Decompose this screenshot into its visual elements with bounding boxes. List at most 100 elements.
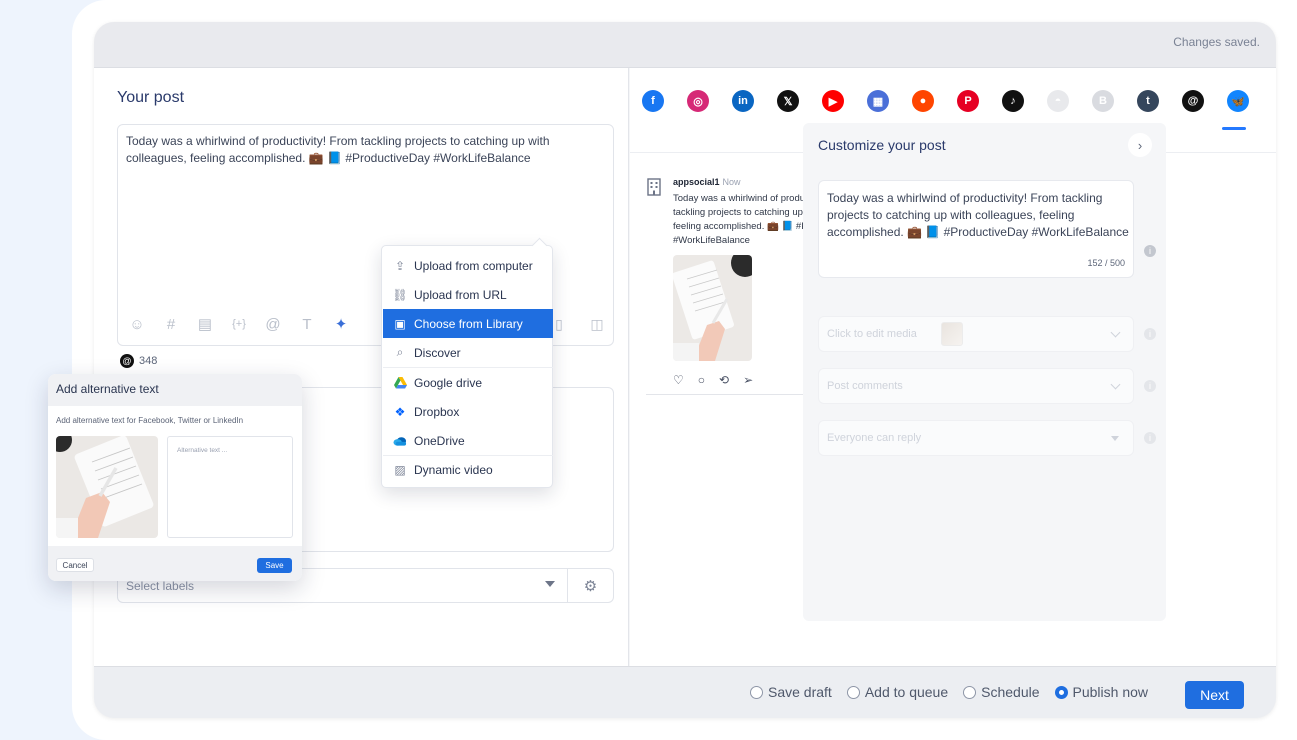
account-name: appsocial1	[673, 177, 720, 187]
post-comments-field[interactable]: Post comments	[818, 368, 1134, 404]
menu-item-label: Dynamic video	[414, 462, 493, 477]
edit-media-field[interactable]: Click to edit media	[818, 316, 1134, 352]
network-tabs: f ◎ in 𝕏 ▶ ▦ ● P ♪ ◓ Bt @ 🦋	[642, 90, 1249, 112]
threads-icon: @	[120, 354, 134, 368]
alt-text-modal: Add alternative text Add alternative tex…	[48, 374, 302, 581]
modal-footer: Cancel Save	[48, 546, 302, 581]
menu-item-label: Dropbox	[414, 404, 460, 419]
menu-item-dynamic-video[interactable]: ▨ Dynamic video	[383, 455, 553, 484]
edit-media-label: Click to edit media	[827, 328, 917, 340]
snapchat-icon[interactable]: ◓	[1047, 90, 1069, 112]
repost-icon: ⟲	[719, 373, 730, 387]
heart-icon: ♡	[673, 373, 684, 387]
linkedin-icon[interactable]: in	[732, 90, 754, 112]
alt-text-input[interactable]: Alternative text ...	[167, 436, 293, 538]
emoji-icon[interactable]: ☺	[124, 313, 150, 335]
info-icon[interactable]: i	[1144, 432, 1156, 444]
menu-item-onedrive[interactable]: OneDrive	[383, 426, 553, 455]
modal-title: Add alternative text	[56, 382, 159, 396]
next-button[interactable]: Next	[1185, 681, 1244, 709]
chevron-right-icon[interactable]: ›	[1128, 133, 1152, 157]
youtube-icon[interactable]: ▶	[822, 90, 844, 112]
character-counter: @ 348	[120, 354, 157, 368]
media-thumbnail	[941, 322, 963, 346]
hashtag-icon[interactable]: #	[158, 313, 184, 335]
save-button[interactable]: Save	[257, 558, 292, 573]
custom-char-count: 152 / 500	[1087, 258, 1125, 268]
menu-item-library[interactable]: ▣ Choose from Library	[383, 309, 553, 338]
top-bar: Changes saved.	[94, 22, 1276, 68]
comment-icon: ○	[697, 373, 706, 387]
editor-toolbar: ☺ # ▤ {+} @ T ✦	[124, 313, 354, 335]
gallery-icon[interactable]: ◫	[584, 313, 610, 335]
post-text[interactable]: Today was a whirlwind of productivity! F…	[126, 133, 606, 167]
modal-subtitle: Add alternative text for Facebook, Twitt…	[56, 416, 244, 425]
character-count: 348	[139, 355, 158, 367]
post-comments-label: Post comments	[827, 380, 903, 392]
variables-icon[interactable]: {+}	[226, 313, 252, 335]
menu-item-google-drive[interactable]: Google drive	[383, 368, 553, 397]
magic-wand-icon[interactable]: ✦	[328, 313, 354, 335]
alt-text-image	[56, 436, 158, 538]
menu-item-label: OneDrive	[414, 433, 465, 448]
post-time: Now	[722, 177, 741, 187]
info-icon[interactable]: i	[1144, 245, 1156, 257]
menu-item-discover[interactable]: ⌕ Discover	[383, 338, 553, 367]
facebook-icon[interactable]: f	[642, 90, 664, 112]
chevron-down-icon	[1110, 379, 1121, 390]
option-label: Publish now	[1072, 684, 1149, 700]
tumblr-icon[interactable]: t	[1137, 90, 1159, 112]
custom-text-editor[interactable]: Today was a whirlwind of productivity! F…	[818, 180, 1134, 278]
google-business-icon[interactable]: ▦	[867, 90, 889, 112]
share-icon: ➢	[743, 373, 754, 387]
media-source-menu: ⇪ Upload from computer ⛓ Upload from URL ▣…	[381, 245, 553, 488]
menu-item-upload-url[interactable]: ⛓ Upload from URL	[383, 280, 553, 309]
bluesky-icon[interactable]: 🦋	[1227, 90, 1249, 112]
blogger-icon[interactable]: B	[1092, 90, 1114, 112]
option-publish-now[interactable]: Publish now	[1054, 684, 1149, 700]
menu-item-label: Upload from URL	[414, 287, 507, 302]
option-schedule[interactable]: Schedule	[963, 684, 1040, 700]
cancel-button[interactable]: Cancel	[56, 558, 94, 572]
x-icon[interactable]: 𝕏	[777, 90, 799, 112]
composer-title: Your post	[117, 89, 185, 106]
preview-image	[673, 255, 752, 361]
radio-button[interactable]	[750, 685, 763, 699]
active-tab-indicator	[1222, 127, 1246, 130]
modal-header: Add alternative text	[48, 374, 302, 406]
tiktok-icon[interactable]: ♪	[1002, 90, 1024, 112]
alt-text-placeholder: Alternative text ...	[177, 447, 228, 454]
instagram-icon[interactable]: ◎	[687, 90, 709, 112]
option-save-draft[interactable]: Save draft	[750, 684, 832, 700]
reply-setting-select[interactable]: Everyone can reply	[818, 420, 1134, 456]
reddit-icon[interactable]: ●	[912, 90, 934, 112]
publish-options: Save draft Add to queue Schedule Publish…	[750, 684, 1148, 700]
radio-button[interactable]	[846, 685, 860, 699]
option-label: Schedule	[981, 684, 1040, 700]
menu-item-dropbox[interactable]: ❖ Dropbox	[383, 397, 553, 426]
info-icon[interactable]: i	[1144, 380, 1156, 392]
google-drive-icon	[393, 376, 407, 389]
pinterest-icon[interactable]: P	[957, 90, 979, 112]
preview-account: appsocial1 Now	[673, 177, 741, 187]
text-format-icon[interactable]: T	[294, 313, 320, 335]
link-icon: ⛓	[392, 287, 408, 302]
info-icon[interactable]: i	[1144, 328, 1156, 340]
custom-text[interactable]: Today was a whirlwind of productivity! F…	[827, 190, 1129, 241]
option-label: Add to queue	[864, 684, 949, 700]
customize-title: Customize your post	[818, 137, 946, 153]
option-add-to-queue[interactable]: Add to queue	[846, 684, 949, 700]
threads-icon[interactable]: @	[1182, 90, 1204, 112]
footer-bar: Save draft Add to queue Schedule Publish…	[94, 666, 1276, 718]
radio-button[interactable]	[963, 685, 977, 699]
list-icon[interactable]: ▤	[192, 313, 218, 335]
option-label: Save draft	[768, 684, 832, 700]
preview-actions: ♡ ○ ⟲ ➢	[673, 373, 753, 387]
labels-settings-button[interactable]: ⚙	[568, 568, 614, 603]
save-status: Changes saved.	[1173, 35, 1260, 49]
menu-item-label: Choose from Library	[414, 316, 523, 331]
radio-button-selected[interactable]	[1054, 685, 1068, 699]
dropbox-icon: ❖	[394, 404, 406, 419]
mention-icon[interactable]: @	[260, 313, 286, 335]
menu-item-upload-computer[interactable]: ⇪ Upload from computer	[383, 251, 553, 280]
